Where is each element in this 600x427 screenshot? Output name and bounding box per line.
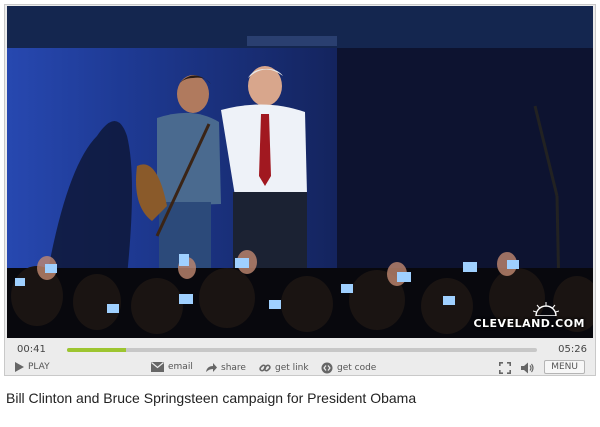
video-still <box>7 6 593 338</box>
watermark-logo-icon <box>533 302 559 316</box>
email-button[interactable]: email <box>151 362 193 372</box>
code-icon <box>321 362 333 374</box>
duration: 05:26 <box>558 344 587 355</box>
progress-bar[interactable] <box>67 348 537 352</box>
get-link-button[interactable]: get link <box>259 362 309 374</box>
share-button[interactable]: share <box>205 362 246 373</box>
volume-button[interactable] <box>521 362 535 374</box>
play-icon <box>15 362 24 372</box>
get-link-label: get link <box>275 363 309 373</box>
link-icon <box>259 364 271 372</box>
get-code-label: get code <box>337 363 377 373</box>
fullscreen-button[interactable] <box>499 362 511 374</box>
play-label: PLAY <box>28 362 50 372</box>
control-bar: PLAY email share get link get code MENU <box>5 359 595 377</box>
share-icon <box>206 363 217 372</box>
email-icon <box>151 362 164 372</box>
video-frame[interactable]: CLEVELAND.COM <box>7 6 593 338</box>
fullscreen-icon <box>499 362 511 374</box>
progress-fill <box>67 348 127 352</box>
progress-row: 00:41 05:26 <box>5 339 595 361</box>
email-label: email <box>168 362 193 372</box>
play-button[interactable]: PLAY <box>15 362 50 372</box>
menu-button[interactable]: MENU <box>544 360 585 374</box>
video-player: CLEVELAND.COM 00:41 05:26 PLAY email sha… <box>4 4 596 376</box>
current-time: 00:41 <box>17 344 46 355</box>
watermark: CLEVELAND.COM <box>473 317 585 330</box>
share-label: share <box>221 362 246 373</box>
volume-icon <box>521 362 534 374</box>
video-caption: Bill Clinton and Bruce Springsteen campa… <box>6 390 417 406</box>
get-code-button[interactable]: get code <box>321 362 376 374</box>
